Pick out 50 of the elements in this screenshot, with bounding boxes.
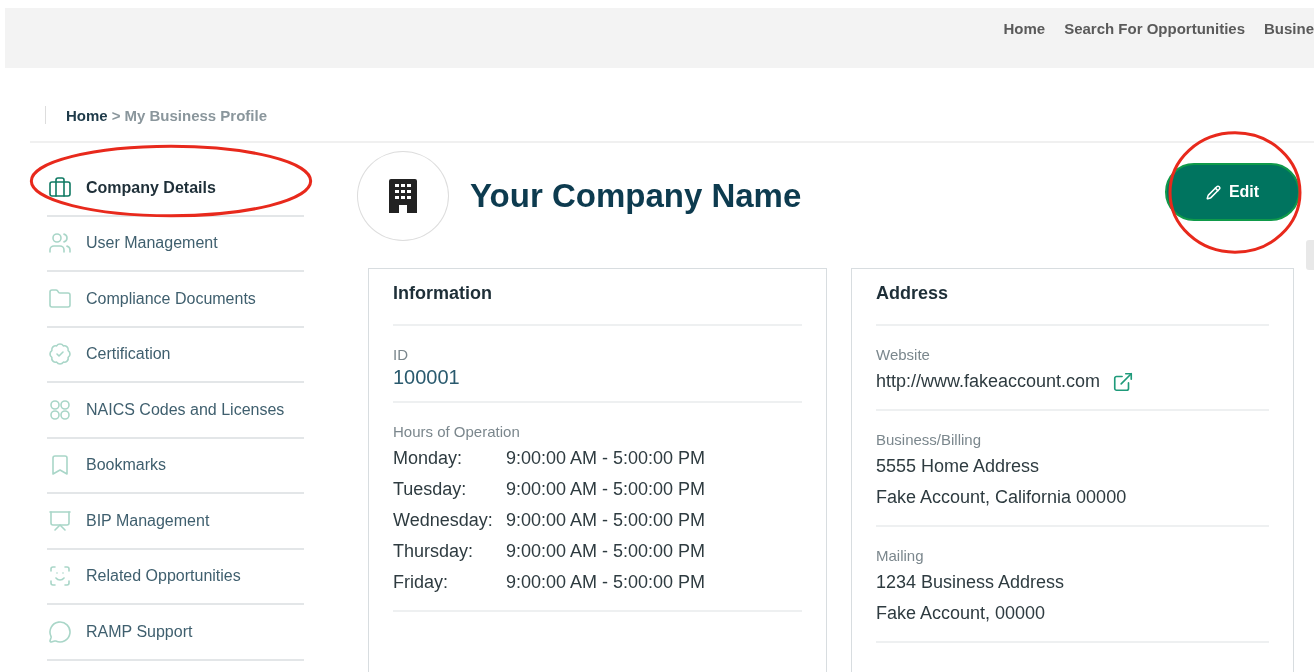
nav-link[interactable]: Home [1003,19,1046,37]
address-line: Fake Account, 00000 [876,602,1047,625]
card-title: Information [393,283,802,326]
company-name: Your Company Name [470,177,803,215]
id-value: 100001 [393,366,461,389]
pencil-icon [1205,184,1221,200]
building-icon [389,179,417,213]
sidebar-item[interactable]: Related Opportunities [47,549,304,605]
users-icon [48,231,72,256]
folder-icon [48,286,72,311]
monitor-icon [48,508,72,533]
chat-icon [48,619,72,644]
field-label: ID [393,346,409,363]
hours-value: 9:00:00 AM - 5:00:00 PM [506,571,707,594]
field-label: Website [876,346,931,363]
day-label: Friday: [393,571,449,594]
day-label: Thursday: [393,540,475,563]
field-label: Hours of Operation [393,423,521,440]
website-link[interactable]: http://www.fakeaccount.com [876,366,1101,397]
card-title: Address [876,283,1269,326]
field-label: Mailing [876,547,925,564]
person-scan-icon [48,564,72,589]
sidebar-item[interactable]: Bookmarks [47,438,304,494]
sidebar-item[interactable]: Compliance Documents [47,272,304,328]
circles-icon [48,397,72,422]
hours-value: 9:00:00 AM - 5:00:00 PM [506,540,707,563]
hours-value: 9:00:00 AM - 5:00:00 PM [506,478,707,501]
edit-button[interactable]: Edit [1165,163,1300,221]
address-line: 1234 Business Address [876,571,1066,594]
day-label: Tuesday: [393,478,468,501]
sidebar-item[interactable]: NAICS Codes and Licenses [47,383,304,439]
sidebar-item[interactable]: RAMP Support [47,605,304,661]
day-label: Wednesday: [393,509,494,532]
breadcrumb-separator: > [111,106,121,124]
breadcrumb-current: My Business Profile [124,106,267,124]
badge-icon [48,342,72,367]
sidebar-item[interactable]: Certification [47,327,304,383]
address-line: 5555 Home Address [876,455,1041,478]
breadcrumb-home-link[interactable]: Home [66,106,108,124]
nav-link[interactable]: Search For Opportunities [1064,19,1245,37]
briefcase-icon [48,175,72,200]
field-label: Business/Billing [876,431,983,448]
nav-link[interactable]: Busine [1264,19,1314,37]
sidebar-item[interactable]: User Management [47,216,304,272]
day-label: Monday: [393,447,464,470]
external-link-icon[interactable] [1112,370,1135,393]
sidebar-item[interactable]: BIP Management [47,494,304,550]
hours-value: 9:00:00 AM - 5:00:00 PM [506,509,707,532]
hours-value: 9:00:00 AM - 5:00:00 PM [506,447,707,470]
address-line: Fake Account, California 00000 [876,486,1128,509]
